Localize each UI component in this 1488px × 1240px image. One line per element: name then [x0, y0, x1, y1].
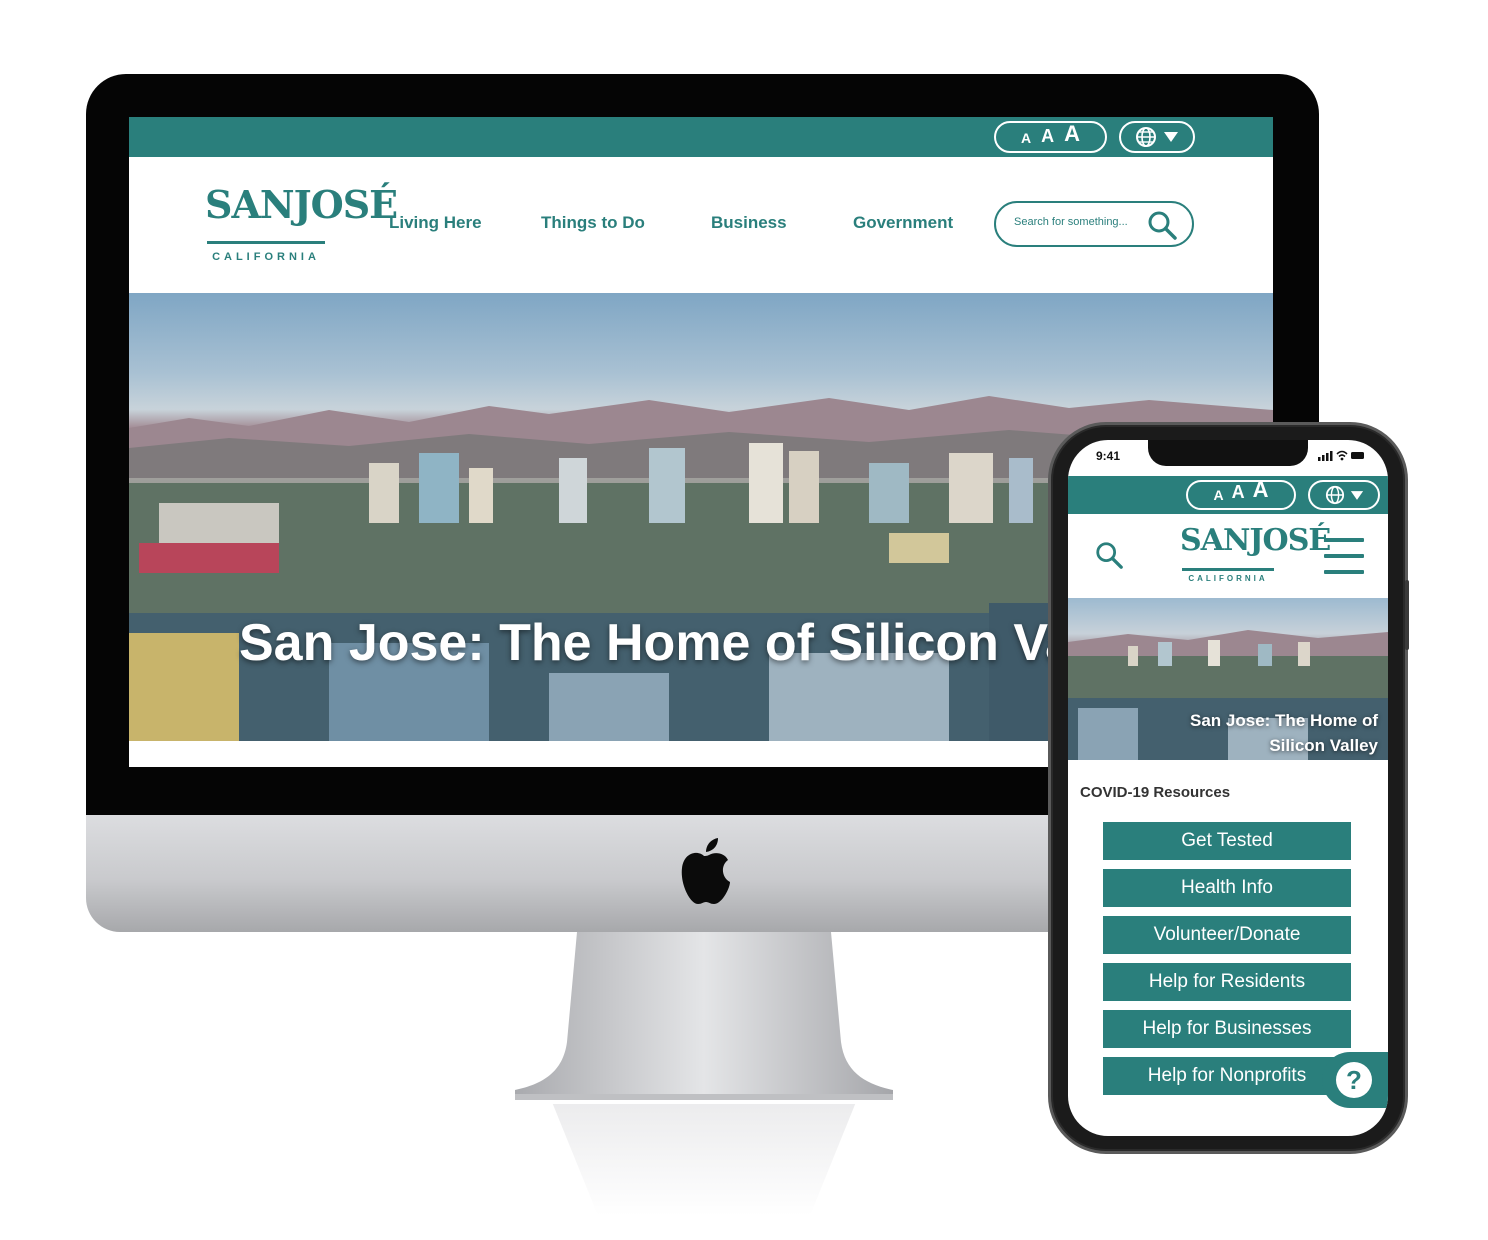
phone-notch	[1148, 440, 1308, 466]
font-size-small-button[interactable]: A	[1021, 131, 1031, 145]
nav-living-here[interactable]: Living Here	[389, 213, 482, 233]
globe-icon	[1136, 127, 1156, 147]
font-size-large-button[interactable]: A	[1064, 123, 1080, 145]
font-size-medium-button[interactable]: A	[1232, 482, 1245, 503]
nav-government[interactable]: Government	[853, 213, 953, 233]
get-tested-button[interactable]: Get Tested	[1103, 822, 1351, 860]
font-size-small-button[interactable]: A	[1213, 487, 1223, 503]
search-icon[interactable]	[1146, 209, 1178, 241]
chevron-down-icon	[1164, 132, 1178, 142]
mobile-header: SANJOSÉ CALIFORNIA	[1068, 514, 1388, 598]
logo-underline	[207, 241, 325, 244]
logo-subtitle: CALIFORNIA	[1188, 574, 1268, 583]
san-jose-logo[interactable]: SANJOSÉ CALIFORNIA	[1180, 523, 1331, 588]
hamburger-menu-icon[interactable]	[1324, 538, 1364, 574]
volunteer-donate-button[interactable]: Volunteer/Donate	[1103, 916, 1351, 954]
stand-reflection	[552, 1104, 856, 1216]
font-size-large-button[interactable]: A	[1253, 477, 1269, 503]
font-size-medium-button[interactable]: A	[1041, 127, 1054, 145]
language-selector[interactable]	[1119, 121, 1195, 153]
search-icon[interactable]	[1094, 540, 1124, 570]
question-icon: ?	[1336, 1062, 1372, 1098]
logo-wordmark: SANJOSÉ	[205, 182, 398, 227]
menu-bar	[1324, 554, 1364, 558]
mobile-hero-title: San Jose: The Home of Silicon Valley	[1190, 711, 1378, 755]
help-residents-button[interactable]: Help for Residents	[1103, 963, 1351, 1001]
menu-bar	[1324, 538, 1364, 542]
logo-wordmark: SANJOSÉ	[1180, 523, 1331, 558]
site-header: SANJOSÉ CALIFORNIA Living Here Things to…	[129, 157, 1273, 293]
search-placeholder: Search for something...	[1014, 216, 1128, 228]
hero-title: San Jose: The Home of Silicon Va	[239, 614, 1075, 672]
nav-business[interactable]: Business	[711, 213, 787, 233]
utility-bar: A A A	[129, 117, 1273, 157]
search-input[interactable]: Search for something...	[994, 201, 1194, 247]
logo-subtitle: CALIFORNIA	[212, 251, 320, 263]
mobile-utility-bar: A A A	[1068, 476, 1388, 514]
chevron-down-icon	[1350, 490, 1363, 500]
nav-things-to-do[interactable]: Things to Do	[541, 213, 645, 233]
mobile-font-size-control[interactable]: A A A	[1186, 477, 1296, 510]
health-info-button[interactable]: Health Info	[1103, 869, 1351, 907]
status-time: 9:41	[1096, 449, 1121, 463]
mobile-screen: 9:41 A A A SANJOSÉ CALIFORNIA San Jose: …	[1068, 440, 1388, 1136]
phone-side-button	[1405, 580, 1409, 650]
apple-logo-icon	[681, 838, 730, 904]
mobile-language-selector[interactable]	[1308, 480, 1380, 510]
font-size-control[interactable]: A A A	[994, 121, 1107, 153]
help-button[interactable]: ?	[1322, 1052, 1388, 1108]
globe-icon	[1325, 485, 1344, 505]
covid-section-title: COVID-19 Resources	[1080, 784, 1231, 801]
imac-stand	[515, 932, 893, 1100]
menu-bar	[1324, 570, 1364, 574]
logo-underline	[1182, 568, 1274, 571]
help-businesses-button[interactable]: Help for Businesses	[1103, 1010, 1351, 1048]
status-icons	[1318, 450, 1364, 461]
san-jose-logo[interactable]: SANJOSÉ CALIFORNIA	[205, 182, 398, 267]
mobile-hero-banner: San Jose: The Home of Silicon Valley	[1068, 598, 1388, 760]
help-nonprofits-button[interactable]: Help for Nonprofits	[1103, 1057, 1351, 1095]
